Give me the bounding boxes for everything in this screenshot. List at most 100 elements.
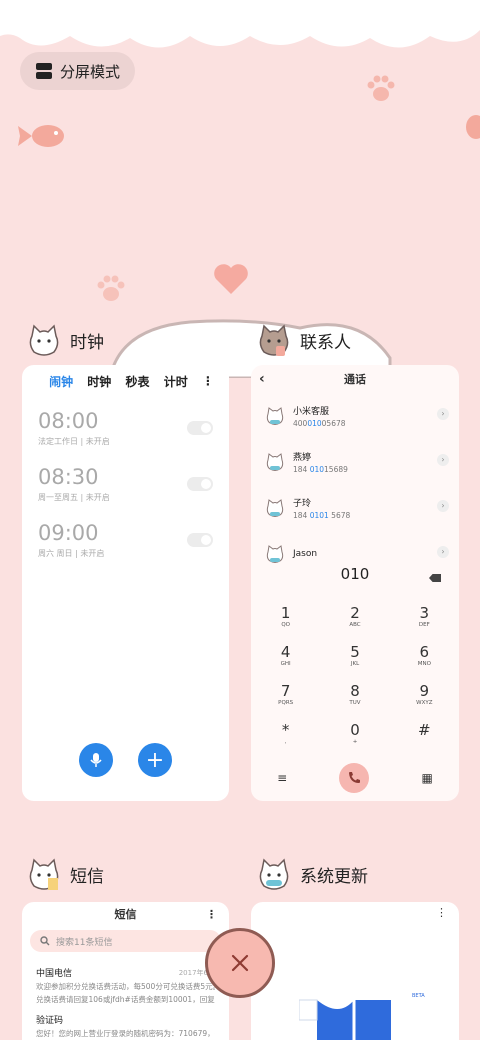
- heart-icon: [214, 264, 248, 294]
- scallop-top-decoration: [0, 0, 480, 48]
- alarm-desc: 周六 周日 | 未开启: [38, 549, 105, 558]
- call-button[interactable]: [339, 763, 370, 793]
- sms-title: 短信: [114, 908, 137, 921]
- dial-key-digit: 6: [419, 643, 430, 661]
- dial-key[interactable]: 6 MNO: [390, 643, 459, 668]
- alarm-item[interactable]: 08:00 法定工作日 | 未开启: [22, 403, 229, 459]
- more-icon[interactable]: ⋮: [202, 374, 214, 388]
- message-preview: 欢迎参加积分兑换话费活动，每500分可兑换话费5元。: [36, 982, 215, 991]
- dial-key[interactable]: 1 QO: [251, 604, 320, 629]
- dial-key-letters: +: [352, 739, 358, 745]
- dial-key-letters: ABC: [349, 622, 361, 628]
- number-prefix: 184: [293, 465, 310, 474]
- number-match: 0101: [309, 511, 329, 520]
- clear-all-button[interactable]: [205, 928, 275, 998]
- contact-list: 小米客服 40001005678 › 燕婷 184 01015689 › 子玲 184 010…: [251, 393, 459, 577]
- microphone-icon: [90, 753, 102, 767]
- contact-name: Jason: [293, 549, 318, 559]
- dial-key[interactable]: 3 DEF: [390, 604, 459, 629]
- back-icon[interactable]: ‹: [259, 371, 265, 387]
- contact-detail-icon[interactable]: ›: [437, 546, 449, 558]
- sms-app-card[interactable]: 短信 ⋮ 搜索11条短信 中国电信 2017年6月 欢迎参加积分兑换话费活动，每…: [22, 902, 229, 1040]
- dial-number-display: 010: [340, 565, 370, 583]
- contact-row[interactable]: 子玲 184 0101 5678 ›: [251, 485, 459, 531]
- beta-badge: BETA: [412, 993, 425, 999]
- dial-key-letters: WXYZ: [416, 700, 433, 706]
- cat-avatar-icon: [29, 324, 59, 356]
- menu-icon[interactable]: ≡: [277, 771, 287, 785]
- split-screen-icon: [36, 63, 52, 79]
- update-app-header[interactable]: 系统更新: [256, 856, 368, 892]
- dial-key[interactable]: #: [390, 722, 459, 745]
- clock-app-card[interactable]: 闹钟 时钟 秒表 计时 ⋮ 08:00 法定工作日 | 未开启 08:30 周一…: [22, 365, 229, 801]
- dial-keypad: 1 QO 2 ABC 3 DEF 4 GHI 5 JKL 6 MNO 7 PQRS 8 TUV 9 WXYZ *, 0…: [251, 604, 459, 746]
- contact-row[interactable]: 小米客服 40001005678 ›: [251, 393, 459, 439]
- contact-detail-icon[interactable]: ›: [437, 500, 449, 512]
- tab-clock[interactable]: 时钟: [87, 373, 111, 390]
- contact-row[interactable]: 燕婷 184 01015689 ›: [251, 439, 459, 485]
- more-icon[interactable]: ⋮: [436, 906, 447, 919]
- contact-detail-icon[interactable]: ›: [437, 454, 449, 466]
- dial-key[interactable]: 4 GHI: [251, 644, 320, 668]
- alarm-desc: 法定工作日 | 未开启: [38, 437, 110, 446]
- number-suffix: 5678: [328, 511, 351, 520]
- split-screen-label: 分屏模式: [60, 62, 121, 81]
- fish-icon: [466, 115, 480, 139]
- alarm-toggle[interactable]: [187, 533, 213, 547]
- sms-search-input[interactable]: 搜索11条短信: [30, 930, 221, 952]
- tab-timer[interactable]: 计时: [164, 373, 188, 390]
- alarm-item[interactable]: 08:30 周一至周五 | 未开启: [22, 459, 229, 515]
- more-icon[interactable]: ⋮: [206, 908, 217, 921]
- dial-key-letters: PQRS: [278, 700, 294, 706]
- contact-number: 184 01015689: [293, 465, 348, 474]
- contact-avatar-icon: [266, 453, 284, 471]
- dial-key-digit: 1: [280, 604, 291, 622]
- dial-key-digit: 5: [350, 643, 360, 661]
- dial-key[interactable]: 8 TUV: [320, 683, 389, 707]
- search-icon: [40, 936, 50, 946]
- dial-key-digit: 2: [350, 604, 360, 622]
- alarm-toggle[interactable]: [187, 477, 213, 491]
- sms-search-placeholder: 搜索11条短信: [56, 937, 113, 948]
- alarm-item[interactable]: 09:00 周六 周日 | 未开启: [22, 515, 229, 571]
- contact-number: 40001005678: [293, 419, 346, 428]
- dial-key-digit: #: [418, 721, 431, 739]
- sms-app-name: 短信: [70, 866, 104, 887]
- message-preview: 您好！您的网上营业厅登录的随机密码为：710679，有: [36, 1029, 215, 1038]
- alarm-toggle[interactable]: [187, 421, 213, 435]
- contact-name: 小米客服: [293, 407, 330, 417]
- contact-number: 184 0101 5678: [293, 511, 350, 520]
- split-screen-button[interactable]: 分屏模式: [20, 52, 135, 90]
- number-match: 010: [307, 419, 322, 428]
- cat-avatar-icon: [29, 858, 59, 890]
- update-app-card[interactable]: ⋮ BETA: [251, 902, 459, 1040]
- add-alarm-button[interactable]: +: [138, 743, 172, 777]
- message-item[interactable]: 中国电信 2017年6月 欢迎参加积分兑换话费活动，每500分可兑换话费5元。 …: [22, 958, 229, 1005]
- dial-key[interactable]: 9 WXYZ: [390, 682, 459, 707]
- message-item[interactable]: 验证码 您好！您的网上营业厅登录的随机密码为：710679，有: [22, 1005, 229, 1039]
- contact-avatar-icon: [266, 499, 284, 517]
- tab-alarm[interactable]: 闹钟: [49, 373, 73, 390]
- dialer-title: 通话: [344, 373, 366, 386]
- tab-stopwatch[interactable]: 秒表: [126, 373, 150, 390]
- contact-name: 子玲: [293, 499, 312, 509]
- dialer-title-bar: ‹ 通话: [251, 365, 459, 393]
- clock-app-header[interactable]: 时钟: [26, 322, 104, 358]
- contacts-app-header[interactable]: 联系人: [256, 322, 351, 358]
- alarm-desc: 周一至周五 | 未开启: [38, 493, 110, 502]
- dial-key[interactable]: 5 JKL: [320, 643, 389, 668]
- cat-avatar-icon: [259, 858, 289, 890]
- dial-key[interactable]: 2 ABC: [320, 604, 389, 629]
- voice-alarm-button[interactable]: [79, 743, 113, 777]
- number-suffix: 05678: [321, 419, 346, 428]
- dial-key[interactable]: 7 PQRS: [251, 683, 320, 707]
- dial-key[interactable]: 0 +: [320, 722, 389, 746]
- keypad-toggle-icon[interactable]: ▦: [422, 771, 433, 785]
- dial-key-letters: TUV: [349, 700, 361, 706]
- contacts-app-card[interactable]: ‹ 通话 小米客服 40001005678 › 燕婷 184 01015689 › 子玲 18…: [251, 365, 459, 801]
- dial-key[interactable]: *,: [251, 722, 320, 746]
- dial-key-digit: 3: [419, 604, 430, 622]
- contact-detail-icon[interactable]: ›: [437, 408, 449, 420]
- dial-key-digit: 9: [419, 682, 430, 700]
- sms-app-header[interactable]: 短信: [26, 856, 104, 892]
